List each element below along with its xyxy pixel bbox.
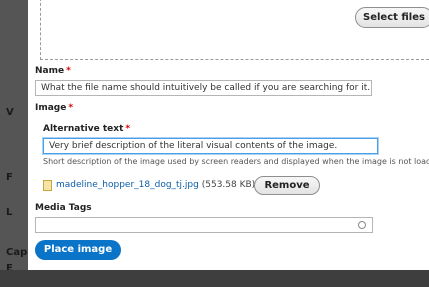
file-dropzone[interactable]: Select files [40, 0, 429, 60]
file-size: (553.58 KB) [201, 180, 256, 190]
required-marker: * [68, 103, 74, 113]
media-tags-input[interactable] [35, 217, 373, 233]
backdrop-caption-label: Cap [6, 247, 28, 258]
backdrop-text-l: L [6, 207, 13, 218]
file-image-icon [43, 180, 52, 191]
remove-button[interactable]: Remove [254, 176, 320, 195]
alt-text-input[interactable]: Very brief description of the literal vi… [43, 138, 378, 154]
name-label: Name * [35, 66, 71, 76]
media-tags-label: Media Tags [35, 203, 92, 213]
name-input[interactable]: What the file name should intuitively be… [35, 80, 372, 96]
image-label: Image * [35, 103, 74, 113]
file-link[interactable]: madeline_hopper_18_dog_tj.jpg [56, 180, 199, 190]
required-marker: * [125, 124, 131, 134]
media-upload-modal: Select files Name * What the file name sh… [28, 0, 429, 270]
backdrop-text-v: V [6, 107, 14, 118]
select-files-button[interactable]: Select files [355, 7, 429, 28]
backdrop-text-f: F [6, 172, 13, 183]
alt-text-label: Alternative text * [43, 124, 131, 134]
bottom-strip [0, 270, 429, 287]
place-image-button[interactable]: Place image [35, 240, 121, 260]
autocomplete-circle-icon [358, 221, 366, 229]
alt-text-description: Short description of the image used by s… [43, 157, 429, 166]
required-marker: * [66, 66, 71, 76]
uploaded-file: madeline_hopper_18_dog_tj.jpg (553.58 KB… [56, 180, 255, 190]
